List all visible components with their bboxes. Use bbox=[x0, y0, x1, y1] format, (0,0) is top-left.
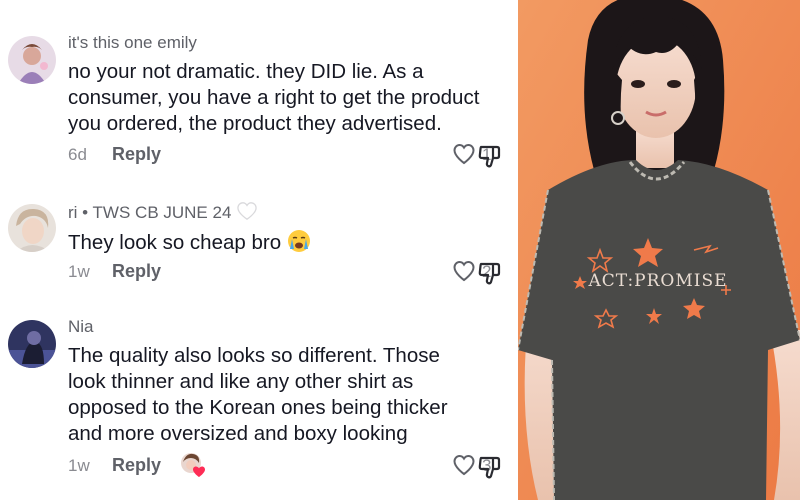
white-heart-emoji-icon bbox=[237, 202, 257, 220]
comment-text: They look so cheap bro bbox=[68, 229, 508, 256]
comment-text: The quality also looks so different. Tho… bbox=[68, 344, 448, 445]
comment-username-suffix: • TWS CB JUNE 24 bbox=[77, 203, 232, 222]
comment-time: 6d bbox=[68, 145, 87, 164]
avatar[interactable] bbox=[8, 320, 56, 368]
heart-outline-icon bbox=[453, 260, 475, 282]
product-photo: ACT:PROMISE bbox=[518, 0, 800, 500]
dislike-icon[interactable] bbox=[476, 260, 502, 286]
comment-meta: 1w Reply 3 bbox=[68, 452, 502, 480]
comment-username[interactable]: it's this one emily bbox=[68, 33, 508, 53]
creator-liked-avatar bbox=[180, 452, 206, 478]
comment-text: no your not dramatic. they DID lie. As a… bbox=[68, 60, 480, 135]
comment-time: 1w bbox=[68, 456, 90, 475]
model-in-tshirt-image: ACT:PROMISE bbox=[518, 0, 800, 500]
reply-button[interactable]: Reply bbox=[112, 261, 161, 282]
dislike-icon[interactable] bbox=[476, 143, 502, 169]
reply-button[interactable]: Reply bbox=[112, 144, 161, 165]
comment-item: it's this one emily no your not dramatic… bbox=[0, 0, 518, 180]
comment-list: it's this one emily no your not dramatic… bbox=[0, 0, 518, 500]
heart-outline-icon bbox=[453, 143, 475, 165]
comment-item: Nia The quality also looks so different.… bbox=[0, 300, 518, 500]
crying-emoji-icon bbox=[287, 230, 310, 252]
comment-text-content: They look so cheap bro bbox=[68, 231, 282, 254]
shirt-print-text: ACT:PROMISE bbox=[587, 271, 727, 291]
heart-outline-icon bbox=[453, 454, 475, 476]
avatar[interactable] bbox=[8, 204, 56, 252]
comment-username[interactable]: Nia bbox=[68, 317, 508, 337]
comment-meta: 6d Reply 1 bbox=[68, 143, 502, 169]
comment-username[interactable]: ri • TWS CB JUNE 24 bbox=[68, 201, 508, 223]
comment-meta: 1w Reply 2 bbox=[68, 260, 502, 286]
comment-time: 1w bbox=[68, 262, 90, 281]
reply-button[interactable]: Reply bbox=[112, 455, 161, 476]
avatar[interactable] bbox=[8, 36, 56, 84]
comment-item: ri • TWS CB JUNE 24 They look so cheap b… bbox=[0, 180, 518, 300]
dislike-icon[interactable] bbox=[476, 454, 502, 480]
